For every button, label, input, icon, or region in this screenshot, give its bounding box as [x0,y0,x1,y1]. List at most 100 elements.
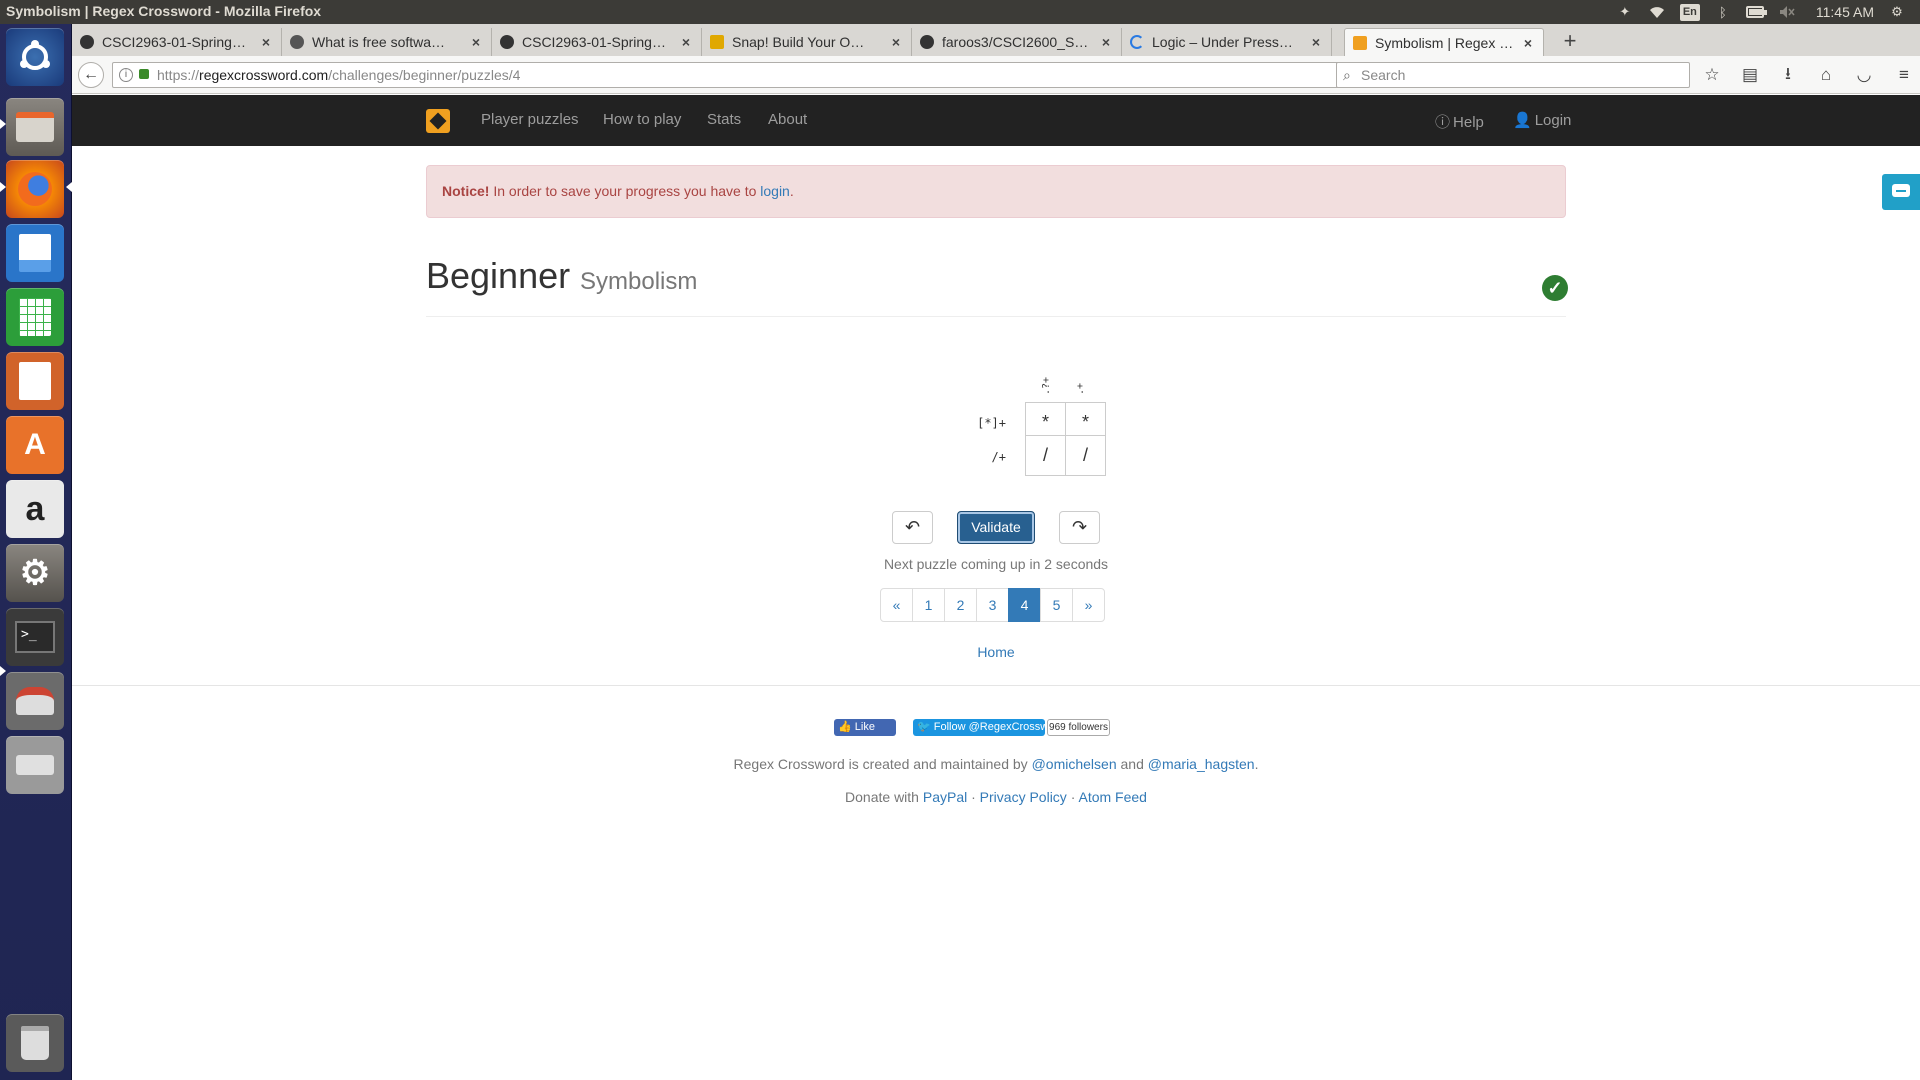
nav-player-puzzles[interactable]: Player puzzles [481,111,579,128]
validate-button[interactable]: Validate [957,511,1035,544]
pagination-page[interactable]: 2 [944,588,977,622]
site-navbar: Player puzzles How to play Stats About ⓘ… [72,95,1920,146]
nav-stats[interactable]: Stats [707,111,741,128]
next-puzzle-countdown: Next puzzle coming up in 2 seconds [883,556,1109,572]
calc-icon[interactable] [6,288,64,346]
facebook-like-button[interactable]: 👍 Like 2.9K [834,719,896,750]
wifi-icon[interactable] [1648,4,1666,20]
privacy-policy-link[interactable]: Privacy Policy [980,789,1067,805]
browser-tab[interactable]: What is free softwa… × [282,28,492,56]
twitter-bird-icon: 🐦 [917,721,931,733]
author-link[interactable]: @maria_hagsten [1148,756,1255,772]
bluetooth-icon[interactable]: ᛒ [1714,4,1732,20]
window-title: Symbolism | Regex Crossword - Mozilla Fi… [6,3,322,19]
close-icon[interactable]: × [259,34,273,50]
puzzle-cell[interactable]: / [1065,435,1106,476]
dash-icon[interactable] [6,28,64,86]
browser-tab-bar: CSCI2963-01-Spring… × What is free softw… [72,24,1920,56]
site-logo-icon[interactable] [426,109,450,133]
puzzle-cell[interactable]: / [1025,435,1066,476]
download-icon[interactable]: ⭳ [1776,63,1800,87]
home-link[interactable]: Home [952,644,1040,660]
home-icon[interactable]: ⌂ [1814,63,1838,87]
nav-about[interactable]: About [768,111,807,128]
author-link[interactable]: @omichelsen [1032,756,1117,772]
system-monitor-icon[interactable] [6,672,64,730]
search-input[interactable]: ⌕ Search [1336,62,1690,88]
battery-icon[interactable] [1745,4,1767,20]
puzzle-name: Symbolism [580,268,698,295]
browser-tab[interactable]: CSCI2963-01-Spring… × [72,28,282,56]
reading-list-icon[interactable]: ▤ [1738,63,1762,87]
system-settings-icon[interactable]: ⚙ [6,544,64,602]
pagination-page[interactable]: 3 [976,588,1009,622]
browser-tab[interactable]: CSCI2963-01-Spring… × [492,28,702,56]
clock[interactable]: 11:45 AM [1816,4,1874,20]
power-gear-icon[interactable]: ⚙ [1888,4,1906,20]
terminal-icon[interactable]: >_ [6,608,64,666]
pagination-prev[interactable]: « [880,588,913,622]
footer-divider [72,685,1920,686]
pagination-page[interactable]: 5 [1040,588,1073,622]
pocket-icon[interactable]: ◡ [1852,63,1876,87]
close-icon[interactable]: × [679,34,693,50]
loading-spinner-icon [1130,35,1144,49]
row-clue: [*]+ [977,416,1006,430]
twitter-follower-count[interactable]: 969 followers [1047,719,1110,736]
writer-icon[interactable] [6,224,64,282]
twitter-follow-button[interactable]: 🐦 Follow @RegexCrossword [913,719,1064,736]
paypal-link[interactable]: PayPal [923,789,967,805]
system-tray: ✦ En ᛒ 11:45 AM ⚙ [1616,0,1920,24]
browser-tab[interactable]: Logic – Under Press… × [1122,28,1332,56]
nav-login[interactable]: 👤 Login [1513,111,1571,129]
github-icon [500,35,514,49]
new-tab-button[interactable]: + [1556,28,1584,56]
back-arrow-icon[interactable]: ← [78,62,104,88]
nav-how-to-play[interactable]: How to play [603,111,681,128]
keyboard-layout-indicator[interactable]: En [1679,3,1700,21]
amazon-icon[interactable]: a [6,480,64,538]
nav-help[interactable]: ⓘ Help [1435,111,1484,132]
login-notice-alert: Notice! In order to save your progress y… [426,165,1566,218]
menu-hamburger-icon[interactable]: ≡ [1892,63,1916,87]
close-icon[interactable]: × [1521,35,1535,51]
info-icon[interactable]: i [119,68,133,82]
atom-feed-link[interactable]: Atom Feed [1078,789,1146,805]
thumbs-up-icon: 👍 [838,721,852,733]
close-icon[interactable]: × [469,34,483,50]
question-circle-icon: ⓘ [1435,114,1451,131]
url-text[interactable]: https://regexcrossword.com/challenges/be… [157,67,520,83]
files-icon[interactable] [6,98,64,156]
undo-button[interactable]: ↶ [892,511,933,544]
browser-tab[interactable]: faroos3/CSCI2600_S… × [912,28,1122,56]
lock-icon [139,69,149,79]
puzzle-pagination: « 1 2 3 4 5 » [880,588,1105,622]
redo-button[interactable]: ↷ [1059,511,1100,544]
pagination-page[interactable]: 1 [912,588,945,622]
redo-icon: ↷ [1071,517,1088,537]
close-icon[interactable]: × [889,34,903,50]
pagination-next[interactable]: » [1072,588,1105,622]
close-icon[interactable]: × [1309,34,1323,50]
close-icon[interactable]: × [1099,34,1113,50]
trash-icon[interactable] [6,1014,64,1072]
volume-muted-icon[interactable] [1778,4,1796,20]
notice-login-link[interactable]: login [760,183,790,199]
pagination-page-active[interactable]: 4 [1008,588,1041,622]
search-placeholder: Search [1361,67,1406,83]
url-bar[interactable]: i https://regexcrossword.com/challenges/… [112,62,1366,88]
page-title: Beginner [426,255,571,296]
disk-icon[interactable] [6,736,64,794]
bookmark-star-icon[interactable]: ☆ [1700,63,1724,87]
feedback-chat-icon[interactable] [1882,174,1920,210]
os-top-panel: Symbolism | Regex Crossword - Mozilla Fi… [0,0,1920,24]
snap-lambda-icon [710,35,724,49]
footer-links: Donate with PayPal · Privacy Policy · At… [845,789,1147,805]
firefox-icon[interactable] [6,160,64,218]
browser-tab-active[interactable]: Symbolism | Regex … × [1344,28,1544,56]
unity-launcher: A a ⚙ >_ [0,24,72,1080]
browser-tab[interactable]: Snap! Build Your O… × [702,28,912,56]
software-center-icon[interactable]: A [6,416,64,474]
impress-icon[interactable] [6,352,64,410]
dropbox-icon[interactable]: ✦ [1616,4,1634,20]
